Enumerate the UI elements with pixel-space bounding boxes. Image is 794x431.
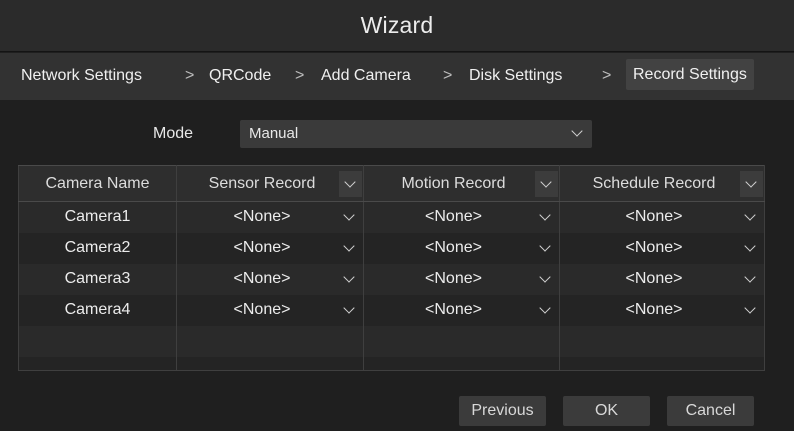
chevron-down-icon xyxy=(539,301,551,314)
table-header-row: Camera Name Sensor Record Motion Record … xyxy=(18,165,765,202)
chevron-down-icon xyxy=(343,270,355,283)
camera-name-cell: Camera2 xyxy=(18,232,177,264)
sensor-record-select[interactable]: <None> xyxy=(176,294,364,326)
chevron-down-icon xyxy=(539,239,551,252)
schedule-record-select[interactable]: <None> xyxy=(559,201,765,233)
chevron-down-icon xyxy=(343,239,355,252)
chevron-down-icon xyxy=(539,270,551,283)
step-network-settings[interactable]: Network Settings xyxy=(21,67,142,85)
schedule-record-select[interactable]: <None> xyxy=(559,263,765,295)
schedule-record-select[interactable]: <None> xyxy=(559,232,765,264)
record-settings-panel: Mode Manual Camera Name Sensor Record Mo… xyxy=(0,100,794,431)
sensor-record-select[interactable]: <None> xyxy=(176,263,364,295)
ok-button[interactable]: OK xyxy=(563,396,650,426)
table-row: Camera3 <None> <None> <None> xyxy=(18,263,765,295)
column-header-motion-record: Motion Record xyxy=(363,165,560,202)
motion-record-bulk-dropdown[interactable] xyxy=(535,171,558,197)
step-add-camera[interactable]: Add Camera xyxy=(321,67,411,85)
step-disk-settings[interactable]: Disk Settings xyxy=(469,67,562,85)
cancel-button[interactable]: Cancel xyxy=(667,396,754,426)
column-header-schedule-record: Schedule Record xyxy=(559,165,765,202)
motion-record-select[interactable]: <None> xyxy=(363,294,560,326)
chevron-down-icon xyxy=(343,301,355,314)
wizard-steps: Network Settings > QRCode > Add Camera >… xyxy=(0,53,794,100)
motion-record-select[interactable]: <None> xyxy=(363,201,560,233)
empty-row xyxy=(18,325,765,357)
chevron-down-icon xyxy=(745,176,757,188)
table-row: Camera1 <None> <None> <None> xyxy=(18,201,765,233)
step-qrcode[interactable]: QRCode xyxy=(209,67,271,85)
chevron-down-icon xyxy=(571,125,583,137)
table-row: Camera2 <None> <None> <None> xyxy=(18,232,765,264)
step-separator: > xyxy=(185,67,195,84)
chevron-down-icon xyxy=(744,239,756,252)
chevron-down-icon xyxy=(744,270,756,283)
step-separator: > xyxy=(602,67,612,84)
column-header-sensor-record: Sensor Record xyxy=(176,165,364,202)
mode-label: Mode xyxy=(153,125,194,142)
schedule-record-bulk-dropdown[interactable] xyxy=(740,171,763,197)
mode-dropdown[interactable]: Manual xyxy=(240,120,592,148)
chevron-down-icon xyxy=(344,176,356,188)
schedule-record-select[interactable]: <None> xyxy=(559,294,765,326)
step-separator: > xyxy=(295,67,305,84)
step-separator: > xyxy=(443,67,453,84)
chevron-down-icon xyxy=(540,176,552,188)
record-table: Camera Name Sensor Record Motion Record … xyxy=(18,165,765,371)
camera-name-cell: Camera1 xyxy=(18,201,177,233)
motion-record-select[interactable]: <None> xyxy=(363,263,560,295)
empty-row xyxy=(18,356,765,371)
camera-name-cell: Camera4 xyxy=(18,294,177,326)
step-record-settings[interactable]: Record Settings xyxy=(626,59,754,90)
sensor-record-bulk-dropdown[interactable] xyxy=(339,171,362,197)
chevron-down-icon xyxy=(343,209,355,221)
title-bar: Wizard xyxy=(0,0,794,52)
camera-name-cell: Camera3 xyxy=(18,263,177,295)
mode-value: Manual xyxy=(249,125,299,142)
chevron-down-icon xyxy=(744,209,756,221)
sensor-record-select[interactable]: <None> xyxy=(176,232,364,264)
chevron-down-icon xyxy=(539,209,551,221)
chevron-down-icon xyxy=(744,301,756,314)
column-header-camera-name: Camera Name xyxy=(18,165,177,202)
table-row: Camera4 <None> <None> <None> xyxy=(18,294,765,326)
previous-button[interactable]: Previous xyxy=(459,396,546,426)
window-title: Wizard xyxy=(360,12,434,38)
sensor-record-select[interactable]: <None> xyxy=(176,201,364,233)
motion-record-select[interactable]: <None> xyxy=(363,232,560,264)
